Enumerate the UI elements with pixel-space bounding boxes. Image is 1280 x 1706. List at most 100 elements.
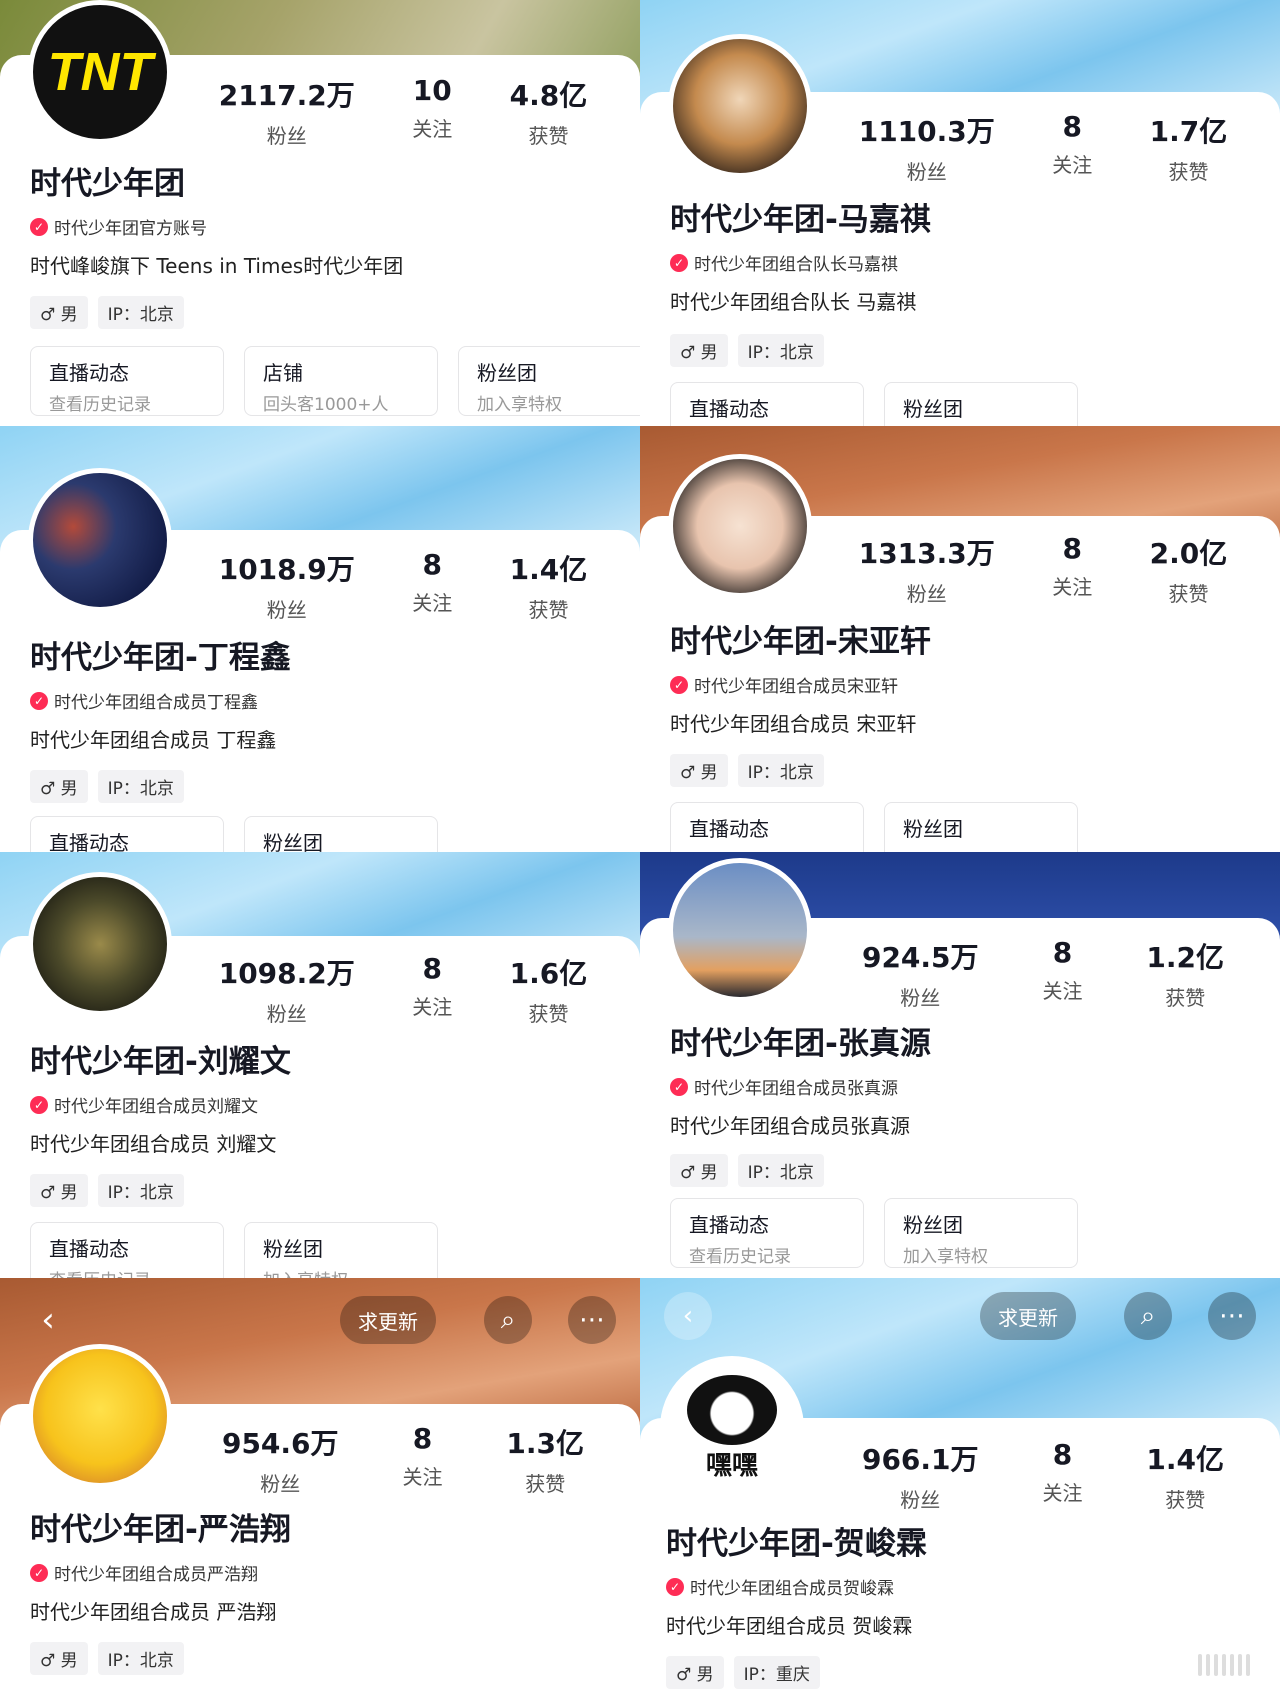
avatar[interactable] bbox=[28, 468, 172, 612]
gender-tag: ♂ 男 bbox=[670, 334, 728, 367]
fan-club-button[interactable]: 粉丝团加入享特权 bbox=[884, 1198, 1078, 1268]
fans-label: 粉丝 bbox=[260, 1472, 301, 1496]
follow-stat[interactable]: 8 关注 bbox=[1042, 936, 1082, 1011]
live-history-button[interactable]: 直播动态查看历史记录 bbox=[30, 346, 224, 416]
profile-panel-zhang-zhenyuan: 924.5万 粉丝 8 关注 1.2亿 获赞 时代少年团-张真源 ✓ 时代少年团组合成员… bbox=[640, 852, 1280, 1278]
fans-stat[interactable]: 1018.9万 粉丝 bbox=[219, 548, 355, 623]
verified-text: 时代少年团组合队长马嘉祺 bbox=[694, 255, 898, 275]
profile-panel-liu-yaowen: 1098.2万 粉丝 8 关注 1.6亿 获赞 时代少年团-刘耀文 ✓ 时代少年团组合成… bbox=[0, 852, 640, 1278]
profile-bio: 时代少年团组合成员 宋亚轩 bbox=[670, 712, 917, 736]
verified-text: 时代少年团组合成员宋亚轩 bbox=[694, 677, 898, 697]
likes-count: 1.4亿 bbox=[1146, 1443, 1225, 1476]
fan-club-button[interactable]: 粉丝团 bbox=[244, 816, 438, 852]
follow-stat[interactable]: 8 关注 bbox=[402, 1422, 442, 1497]
fan-club-button[interactable]: 粉丝团 bbox=[884, 382, 1078, 426]
likes-stat[interactable]: 4.8亿 获赞 bbox=[510, 74, 588, 149]
profile-stats: 2117.2万 粉丝 10 关注 4.8亿 获赞 bbox=[190, 74, 616, 149]
follow-count: 8 bbox=[1052, 1438, 1073, 1471]
verified-line: ✓ 时代少年团官方账号 bbox=[30, 214, 207, 239]
profile-name: 时代少年团-丁程鑫 bbox=[30, 640, 291, 676]
scroll-indicator bbox=[1198, 1654, 1250, 1676]
fan-club-button[interactable]: 粉丝团加入享特权 bbox=[458, 346, 640, 416]
fans-stat[interactable]: 1110.3万 粉丝 bbox=[859, 110, 995, 185]
profile-tags: ♂ 男 IP：北京 bbox=[30, 1642, 184, 1675]
fans-count: 1098.2万 bbox=[218, 957, 355, 990]
button-title: 粉丝团 bbox=[903, 397, 963, 421]
live-history-button[interactable]: 直播动态 bbox=[670, 802, 864, 852]
verified-text: 时代少年团组合成员张真源 bbox=[694, 1079, 898, 1099]
follow-stat[interactable]: 8 关注 bbox=[412, 548, 452, 623]
profile-buttons: 直播动态 粉丝团 bbox=[670, 802, 1078, 852]
profile-tags: ♂ 男 IP：北京 bbox=[670, 334, 824, 367]
fan-club-button[interactable]: 粉丝团 bbox=[884, 802, 1078, 852]
live-history-button[interactable]: 直播动态查看历史记录 bbox=[670, 1198, 864, 1268]
chevron-left-icon[interactable]: ‹ bbox=[664, 1292, 712, 1340]
profile-panel-tnt: TNT 2117.2万 粉丝 10 关注 4.8亿 获赞 时代少年团 ✓ 时代少年团官方… bbox=[0, 0, 640, 426]
likes-count: 1.3亿 bbox=[506, 1427, 585, 1460]
fan-club-button[interactable]: 粉丝团加入享特权 bbox=[244, 1222, 438, 1278]
ip-tag: IP：北京 bbox=[97, 1642, 184, 1675]
likes-stat[interactable]: 2.0亿 获赞 bbox=[1150, 532, 1228, 607]
avatar[interactable] bbox=[28, 872, 172, 1016]
button-subtitle: 加入享特权 bbox=[263, 1266, 419, 1278]
ip-tag: IP：北京 bbox=[97, 770, 184, 803]
more-icon[interactable]: ⋯ bbox=[1208, 1292, 1256, 1340]
follow-stat[interactable]: 8 关注 bbox=[1042, 1438, 1082, 1513]
follow-count: 8 bbox=[422, 952, 442, 985]
likes-count: 2.0亿 bbox=[1149, 537, 1228, 570]
live-history-button[interactable]: 直播动态 bbox=[670, 382, 864, 426]
follow-label: 关注 bbox=[1042, 979, 1083, 1003]
profile-bio: 时代少年团组合成员张真源 bbox=[670, 1114, 910, 1138]
live-history-button[interactable]: 直播动态 bbox=[30, 816, 224, 852]
profile-bio: 时代少年团组合成员 刘耀文 bbox=[30, 1132, 277, 1156]
avatar[interactable] bbox=[668, 454, 812, 598]
follow-count: 8 bbox=[1062, 532, 1082, 565]
avatar[interactable]: TNT bbox=[28, 0, 172, 144]
likes-stat[interactable]: 1.7亿 获赞 bbox=[1150, 110, 1228, 185]
shop-button[interactable]: 店铺 回头客1000+人 bbox=[244, 346, 438, 416]
profile-bio: 时代少年团组合成员 贺峻霖 bbox=[666, 1614, 913, 1638]
fans-stat[interactable]: 2117.2万 粉丝 bbox=[219, 74, 355, 149]
likes-stat[interactable]: 1.4亿 获赞 bbox=[1146, 1438, 1224, 1513]
likes-stat[interactable]: 1.6亿 获赞 bbox=[510, 952, 588, 1027]
profile-panel-ding-chengxin: 1018.9万 粉丝 8 关注 1.4亿 获赞 时代少年团-丁程鑫 ✓ 时代少年团组合成… bbox=[0, 426, 640, 852]
chevron-left-icon[interactable]: ‹ bbox=[24, 1296, 72, 1344]
ip-tag: IP：北京 bbox=[737, 754, 824, 787]
follow-stat[interactable]: 8 关注 bbox=[1052, 110, 1092, 185]
likes-stat[interactable]: 1.4亿 获赞 bbox=[510, 548, 588, 623]
avatar[interactable]: 嘿嘿 bbox=[660, 1356, 804, 1500]
request-update-button[interactable]: 求更新 bbox=[980, 1292, 1076, 1340]
fans-stat[interactable]: 1098.2万 粉丝 bbox=[219, 952, 355, 1027]
search-icon[interactable]: ⌕ bbox=[484, 1296, 532, 1344]
more-icon[interactable]: ⋯ bbox=[568, 1296, 616, 1344]
verified-icon: ✓ bbox=[30, 1095, 48, 1114]
likes-label: 获赞 bbox=[1168, 160, 1209, 184]
verified-text: 时代少年团组合成员刘耀文 bbox=[54, 1097, 258, 1117]
avatar[interactable] bbox=[668, 34, 812, 178]
search-icon[interactable]: ⌕ bbox=[1124, 1292, 1172, 1340]
button-title: 直播动态 bbox=[49, 1237, 129, 1261]
request-update-button[interactable]: 求更新 bbox=[340, 1296, 436, 1344]
button-title: 店铺 bbox=[263, 361, 303, 385]
fans-stat[interactable]: 924.5万 粉丝 bbox=[862, 936, 979, 1011]
live-history-button[interactable]: 直播动态查看历史记录 bbox=[30, 1222, 224, 1278]
likes-stat[interactable]: 1.3亿 获赞 bbox=[506, 1422, 584, 1497]
verified-icon: ✓ bbox=[30, 217, 48, 236]
likes-label: 获赞 bbox=[528, 124, 569, 148]
profile-tags: ♂ 男 IP：北京 bbox=[30, 770, 184, 803]
fans-stat[interactable]: 954.6万粉丝 bbox=[222, 1422, 339, 1497]
follow-stat[interactable]: 8 关注 bbox=[412, 952, 452, 1027]
avatar[interactable] bbox=[28, 1344, 172, 1488]
button-title: 粉丝团 bbox=[263, 1237, 323, 1261]
fans-stat[interactable]: 1313.3万 粉丝 bbox=[859, 532, 995, 607]
fans-label: 粉丝 bbox=[900, 1488, 941, 1512]
fans-stat[interactable]: 966.1万 粉丝 bbox=[862, 1438, 979, 1513]
follow-stat[interactable]: 8 关注 bbox=[1052, 532, 1092, 607]
button-title: 粉丝团 bbox=[903, 1213, 963, 1237]
follow-label: 关注 bbox=[412, 117, 453, 141]
likes-stat[interactable]: 1.2亿 获赞 bbox=[1146, 936, 1224, 1011]
follow-stat[interactable]: 10 关注 bbox=[412, 74, 452, 149]
avatar[interactable] bbox=[668, 858, 812, 1002]
fans-count: 954.6万 bbox=[221, 1427, 339, 1460]
verified-line: ✓ 时代少年团组合队长马嘉祺 bbox=[670, 250, 898, 275]
